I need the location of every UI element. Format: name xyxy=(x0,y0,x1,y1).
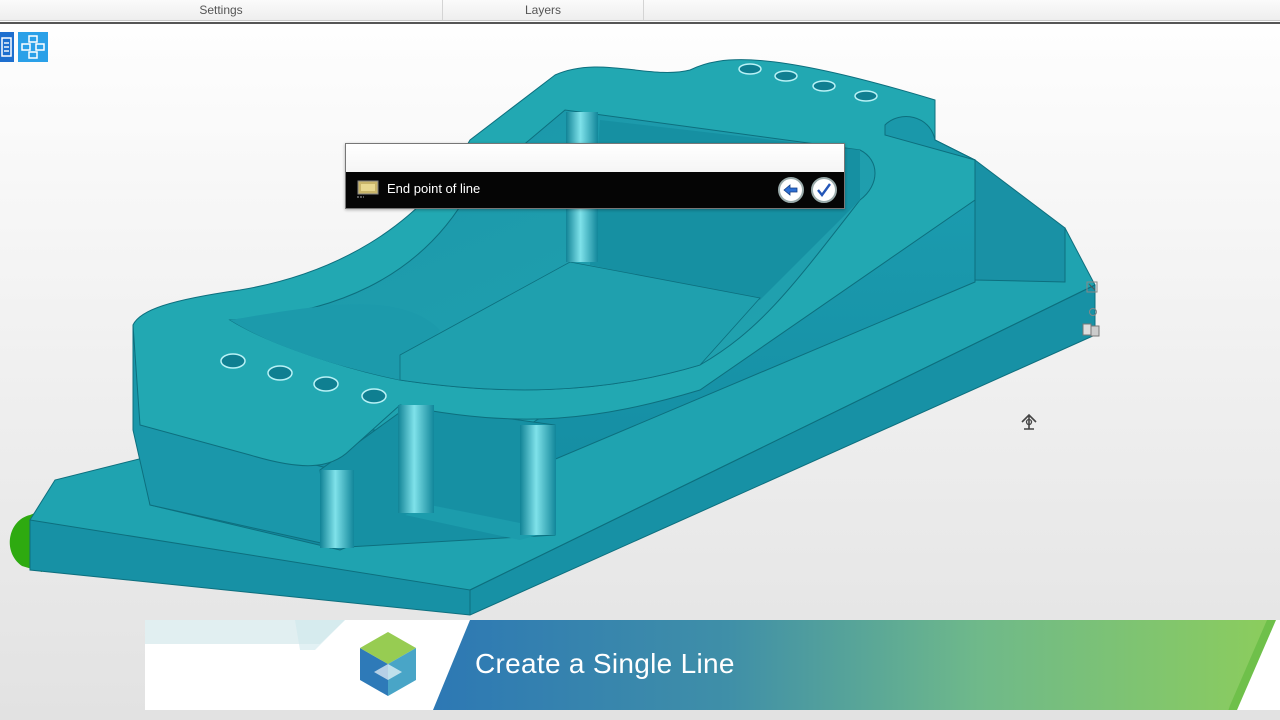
cursor-move-icon xyxy=(1018,412,1040,432)
small-circle-icon[interactable] xyxy=(1088,304,1098,316)
prompt-bar: End point of line xyxy=(346,172,844,208)
prompt-dialog: End point of line xyxy=(345,143,845,209)
right-step-block xyxy=(974,158,1066,283)
front-cylinder-left xyxy=(320,470,354,548)
clipboard-icon[interactable] xyxy=(1082,323,1100,337)
banner-title: Create a Single Line xyxy=(475,648,735,679)
front-cylinder-right xyxy=(520,425,556,535)
resize-handle-icon[interactable] xyxy=(1086,280,1098,293)
back-arrow-icon[interactable] xyxy=(778,177,804,203)
cad-model-viewport[interactable] xyxy=(0,0,1280,720)
front-cylinder-middle xyxy=(398,405,434,513)
checkmark-icon[interactable] xyxy=(811,177,837,203)
pick-point-icon xyxy=(356,180,380,198)
prompt-text: End point of line xyxy=(387,181,481,196)
hexagon-logo-icon xyxy=(356,630,420,698)
